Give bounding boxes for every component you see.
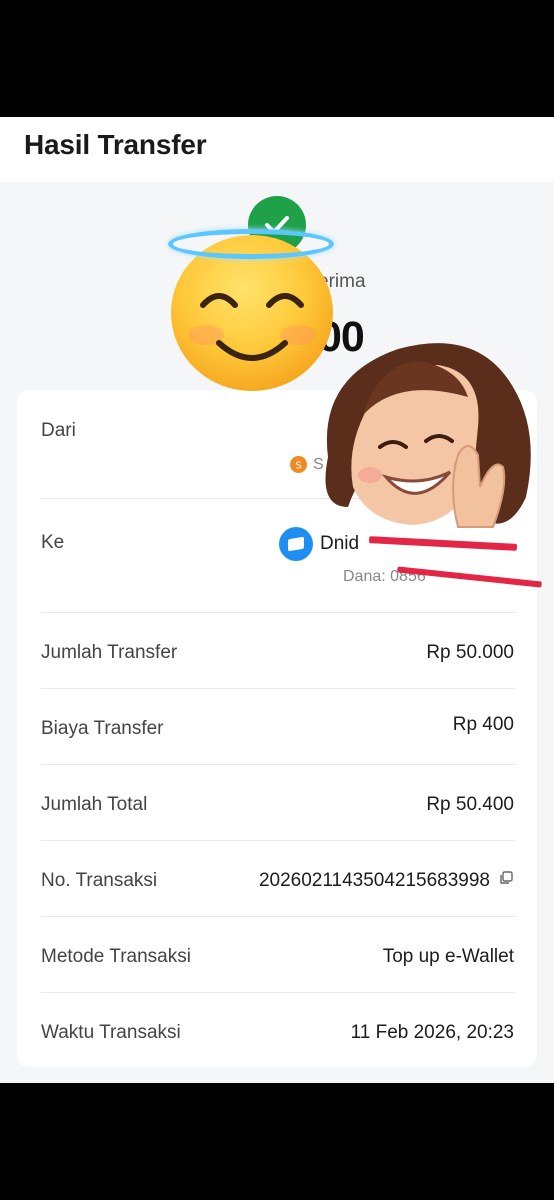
memoji-sticker [308,337,540,547]
transfer-fee-label: Biaya Transfer [41,718,164,739]
total-amount-value: Rp 50.400 [426,794,514,815]
copy-icon[interactable] [498,870,514,892]
from-label: Dari [41,420,76,441]
transaction-time-label: Waktu Transaksi [41,1022,181,1043]
transfer-amount-label: Jumlah Transfer [41,642,178,663]
divider [41,764,515,765]
halo-icon [168,229,334,259]
transfer-amount-value: Rp 50.000 [426,642,514,663]
transaction-method-label: Metode Transaksi [41,946,191,967]
total-amount-label: Jumlah Total [41,794,148,815]
divider [41,612,515,613]
transaction-method-value: Top up e-Wallet [382,946,514,967]
bank-initial: S [295,461,301,472]
bottom-black-bar [0,1083,554,1200]
bank-logo-icon: S [290,456,307,473]
divider [41,916,515,917]
transaction-id-value: 2026021143504215683998 [259,870,514,892]
transfer-result-screen: Hasil Transfer erima 00 Dari S S Ke Dnid… [0,117,554,1083]
top-black-bar [0,0,554,117]
page-title: Hasil Transfer [24,129,207,160]
divider [41,688,515,689]
divider [41,840,515,841]
divider [41,992,515,993]
transaction-time-value: 11 Feb 2026, 20:23 [350,1022,514,1043]
to-label: Ke [41,532,65,553]
transaction-id-text: 2026021143504215683998 [258,870,490,892]
app-header: Hasil Transfer [0,117,554,182]
transfer-fee-value: Rp 400 [452,714,514,735]
transaction-id-label: No. Transaksi [41,870,158,891]
